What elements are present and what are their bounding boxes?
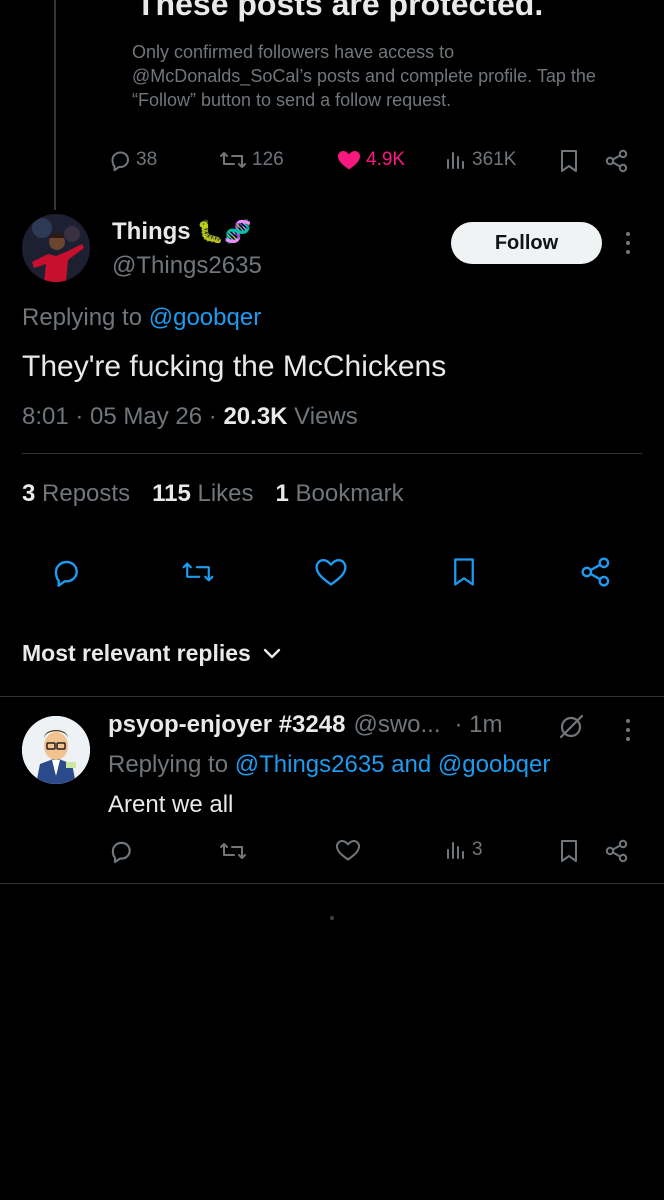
reply-icon bbox=[108, 838, 134, 864]
bookmark-icon bbox=[557, 148, 581, 174]
reply-time[interactable]: · 1m bbox=[455, 711, 503, 739]
name-emoji: 🐛🧬 bbox=[196, 219, 252, 244]
divider bbox=[0, 696, 664, 697]
like-count: 4.9K bbox=[366, 149, 406, 170]
views-count: 20.3K bbox=[223, 403, 288, 430]
grok-icon[interactable] bbox=[556, 712, 586, 742]
chevron-down-icon bbox=[263, 648, 281, 660]
tweet-date[interactable]: 05 May 26 bbox=[90, 403, 202, 430]
tweet-action-bar bbox=[0, 552, 664, 592]
tweet-time[interactable]: 8:01 bbox=[22, 403, 69, 430]
repost-count-button[interactable]: 126 bbox=[218, 148, 284, 172]
divider bbox=[0, 883, 664, 884]
like-button[interactable] bbox=[313, 554, 349, 590]
bookmark-button[interactable] bbox=[446, 554, 482, 590]
likes-label: Likes bbox=[197, 480, 254, 507]
replying-to: Replying to @goobqer bbox=[22, 304, 261, 332]
reposts-label: Reposts bbox=[42, 480, 131, 507]
replying-prefix: Replying to bbox=[22, 304, 149, 331]
views-count: 361K bbox=[472, 149, 517, 170]
replies-sort-label: Most relevant replies bbox=[22, 640, 251, 666]
author-handle[interactable]: @Things2635 bbox=[112, 252, 262, 280]
reply-reply-button[interactable] bbox=[108, 838, 134, 864]
protected-title: These posts are protected. bbox=[136, 0, 544, 22]
repost-count: 126 bbox=[252, 149, 284, 170]
repost-icon bbox=[218, 838, 248, 864]
avatar[interactable] bbox=[22, 214, 90, 282]
protected-post-action-bar: 38 126 4.9K 361K bbox=[0, 148, 664, 176]
follow-button[interactable]: Follow bbox=[451, 222, 602, 264]
bookmark-icon bbox=[449, 555, 479, 589]
reply-views-button[interactable]: 3 bbox=[444, 838, 483, 862]
reply-bookmark-button[interactable] bbox=[557, 838, 581, 864]
repost-icon bbox=[180, 557, 216, 587]
reply-display-name[interactable]: psyop-enjoyer #3248 bbox=[108, 711, 345, 739]
share-icon bbox=[604, 838, 630, 864]
reply-replying-to: Replying to @Things2635 and @goobqer bbox=[108, 751, 550, 779]
replying-to-link[interactable]: @goobqer bbox=[149, 304, 261, 331]
reply-icon bbox=[108, 148, 132, 172]
bookmarks-link[interactable]: 1 Bookmark bbox=[276, 480, 404, 507]
repost-button[interactable] bbox=[180, 554, 216, 590]
reply-share-button[interactable] bbox=[604, 838, 630, 864]
share-icon bbox=[604, 148, 630, 174]
views-count-button[interactable]: 361K bbox=[444, 148, 516, 172]
views-icon bbox=[444, 838, 468, 862]
thread-line bbox=[54, 0, 56, 210]
protected-description: Only confirmed followers have access to … bbox=[132, 42, 596, 110]
reply-header: psyop-enjoyer #3248 @swo... · 1m bbox=[108, 711, 503, 739]
share-button[interactable] bbox=[578, 554, 614, 590]
repost-icon bbox=[218, 148, 248, 172]
share-button[interactable] bbox=[604, 148, 630, 174]
heart-icon bbox=[335, 838, 361, 862]
reply-replying-to-links[interactable]: @Things2635 and @goobqer bbox=[235, 751, 551, 778]
reply-like-button[interactable] bbox=[335, 838, 361, 862]
reposts-count: 3 bbox=[22, 480, 36, 507]
reply-icon bbox=[50, 556, 82, 588]
share-icon bbox=[579, 555, 613, 589]
tweet-text: They're fucking the McChickens bbox=[22, 350, 447, 383]
reply-count: 38 bbox=[136, 149, 158, 170]
views-label: Views bbox=[294, 403, 358, 430]
loading-indicator bbox=[330, 916, 334, 920]
author-name-row[interactable]: Things 🐛🧬 bbox=[112, 218, 251, 246]
like-count-button[interactable]: 4.9K bbox=[336, 148, 405, 172]
bookmark-icon bbox=[557, 838, 581, 864]
reply-action-bar: 3 bbox=[0, 838, 664, 868]
reply-repost-button[interactable] bbox=[218, 838, 248, 864]
divider bbox=[22, 453, 642, 454]
more-options-icon[interactable] bbox=[621, 229, 635, 257]
bookmark-button[interactable] bbox=[557, 148, 581, 174]
engagement-counts: 3 Reposts 115 Likes 1 Bookmark bbox=[22, 480, 404, 508]
likes-link[interactable]: 115 Likes bbox=[152, 480, 253, 507]
reply-handle[interactable]: @swo... bbox=[353, 711, 440, 739]
views-icon bbox=[444, 148, 468, 172]
reply-more-options-icon[interactable] bbox=[621, 716, 635, 744]
heart-icon bbox=[314, 556, 348, 588]
reply-avatar[interactable] bbox=[22, 716, 90, 784]
likes-count: 115 bbox=[152, 480, 191, 507]
bookmarks-count: 1 bbox=[275, 480, 289, 507]
heart-filled-icon bbox=[336, 148, 362, 172]
reply-views-count: 3 bbox=[472, 839, 483, 860]
reposts-link[interactable]: 3 Reposts bbox=[22, 480, 130, 507]
reply-count-button[interactable]: 38 bbox=[108, 148, 157, 172]
replies-sort-dropdown[interactable]: Most relevant replies bbox=[22, 640, 281, 667]
reply-text: Arent we all bbox=[108, 791, 234, 818]
display-name[interactable]: Things bbox=[112, 218, 191, 246]
reply-button[interactable] bbox=[48, 554, 84, 590]
tweet-meta: 8:01 · 05 May 26 · 20.3K Views bbox=[22, 403, 358, 430]
bookmarks-label: Bookmark bbox=[295, 480, 404, 507]
reply-replying-prefix: Replying to bbox=[108, 751, 235, 778]
